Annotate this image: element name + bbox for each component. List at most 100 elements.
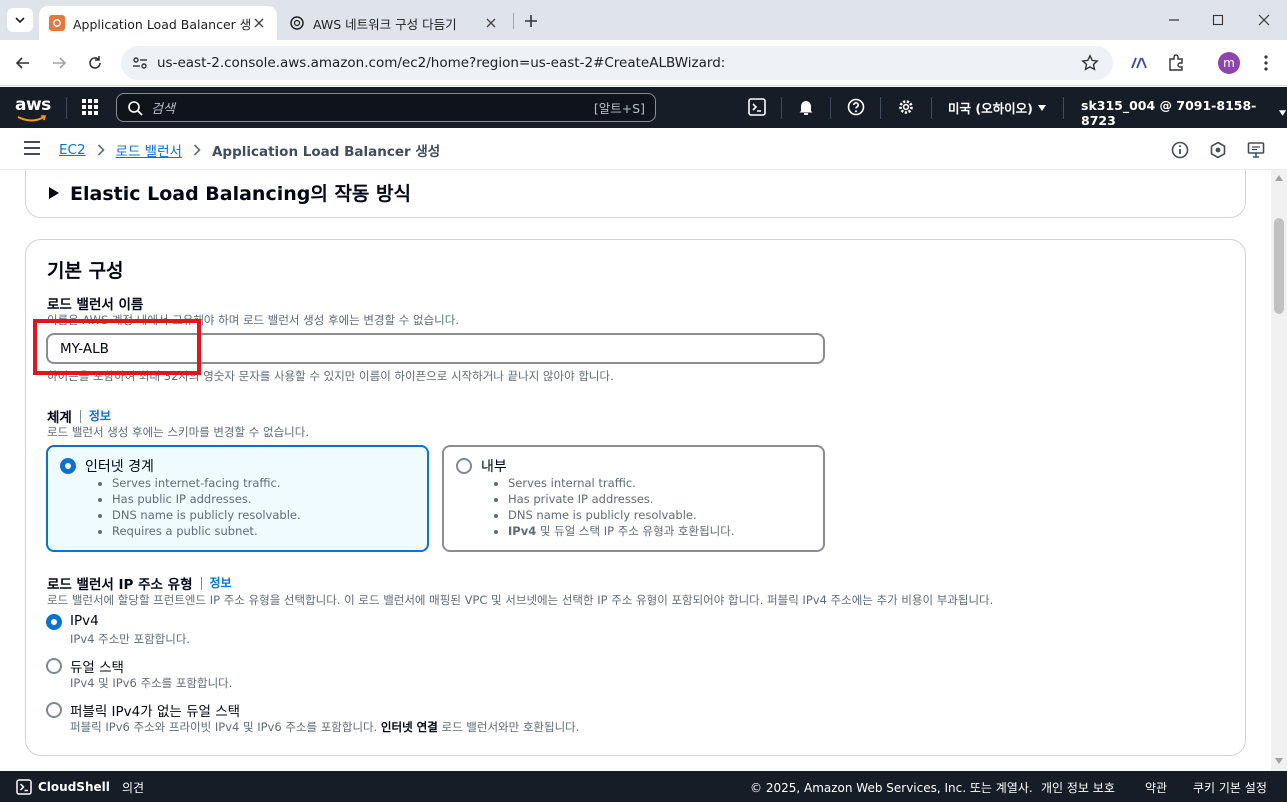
breadcrumb-ec2[interactable]: EC2 [59, 142, 86, 158]
tab-search-dropdown[interactable] [7, 8, 33, 32]
caret-down-icon [1278, 110, 1287, 116]
chevron-right-icon [97, 144, 105, 156]
scheme-option-internet-facing[interactable]: 인터넷 경계 Serves internet-facing traffic. H… [46, 445, 429, 552]
list-item: Has private IP addresses. [508, 491, 735, 507]
scheme-description: 로드 밸런서 생성 후에는 스키마를 변경할 수 없습니다. [47, 425, 310, 439]
ip-type-info-link[interactable]: 정보 [200, 576, 232, 590]
cookie-preferences-link[interactable]: 쿠키 기본 설정 [1193, 779, 1267, 796]
close-icon [1258, 14, 1270, 26]
info-circle-icon[interactable] [1170, 140, 1190, 160]
aws-logo-text: aws [15, 95, 51, 115]
account-menu[interactable]: sk315_004 @ 7091-8158-8723 [1081, 98, 1287, 128]
maximize-button[interactable] [1208, 10, 1228, 30]
services-grid-icon[interactable] [81, 98, 99, 116]
page-scrollbar[interactable] [1271, 170, 1287, 771]
address-bar[interactable]: us-east-2.console.aws.amazon.com/ec2/hom… [121, 46, 1113, 80]
tab-title: Application Load Balancer 생성 [73, 16, 251, 32]
tab-title: AWS 네트워크 구성 다듬기 [313, 16, 457, 32]
nav-divider [880, 97, 881, 119]
basic-config-title: 기본 구성 [47, 260, 124, 282]
address-toolbar: us-east-2.console.aws.amazon.com/ec2/hom… [0, 40, 1287, 86]
ip-type-option-label: IPv4 [70, 613, 99, 629]
new-tab-button[interactable] [520, 10, 542, 32]
feedback-link[interactable]: 의견 [122, 779, 144, 796]
list-item: DNS name is publicly resolvable. [112, 507, 301, 523]
scheme-option-internal[interactable]: 내부 Serves internal traffic. Has private … [442, 445, 825, 552]
back-button[interactable] [11, 51, 35, 75]
close-tab-icon[interactable] [251, 15, 267, 31]
scheme-option-bullets: Serves internal traffic. Has private IP … [508, 475, 735, 539]
scheme-info-link[interactable]: 정보 [79, 409, 111, 423]
radio-unselected[interactable] [456, 458, 472, 474]
scroll-down-icon[interactable] [1275, 758, 1283, 764]
search-icon [127, 100, 143, 116]
scrollbar-thumb[interactable] [1274, 218, 1284, 314]
caret-right-icon [49, 186, 59, 199]
radio-selected[interactable] [60, 458, 76, 474]
how-it-works-expander[interactable]: Elastic Load Balancing의 작동 방식 [48, 179, 411, 206]
scheme-option-label: 내부 [481, 459, 507, 475]
main-content: Elastic Load Balancing의 작동 방식 기본 구성 로드 밸… [0, 170, 1271, 771]
breadcrumb-bar: EC2 로드 밸런서 Application Load Balancer 생성 [0, 128, 1287, 170]
profile-avatar[interactable]: m [1218, 52, 1240, 74]
ip-type-radio-dualstack[interactable] [46, 658, 62, 674]
breadcrumb-load-balancers[interactable]: 로드 밸런서 [116, 140, 182, 160]
ip-type-label-text: 로드 밸런서 IP 주소 유형 [47, 577, 193, 593]
arrow-left-icon [15, 57, 29, 69]
basic-config-panel: 기본 구성 로드 밸런서 이름 이름은 AWS 계정 내에서 고유해야 하며 로… [25, 239, 1246, 756]
ip-type-option-desc: 퍼블릭 IPv6 주소와 프라이빗 IPv4 및 IPv6 주소를 포함합니다.… [70, 719, 579, 735]
list-item: Serves internal traffic. [508, 475, 735, 491]
notifications-bell-icon[interactable] [796, 97, 816, 117]
cloudshell-button[interactable]: CloudShell [16, 779, 110, 795]
terms-link[interactable]: 약관 [1145, 779, 1167, 796]
privacy-link[interactable]: 개인 정보 보호 [1041, 779, 1115, 796]
tab-aws-network[interactable]: AWS 네트워크 구성 다듬기 [279, 6, 509, 40]
menu-kebab-icon[interactable] [1254, 51, 1278, 75]
chatgpt-favicon-icon [289, 15, 305, 31]
cloudshell-icon[interactable] [747, 97, 767, 117]
forward-button[interactable] [47, 51, 71, 75]
bullet-text: 및 듀얼 스택 IP 주소 유형과 호환됩니다. [536, 524, 735, 538]
maximize-icon [1212, 14, 1224, 26]
minimize-icon [1169, 19, 1179, 21]
ip-type-option-label: 듀얼 스택 [70, 660, 124, 676]
arrow-right-icon [53, 57, 67, 69]
scroll-up-icon[interactable] [1275, 175, 1283, 181]
bookmark-star-icon[interactable] [1081, 54, 1099, 72]
scheme-label: 체계 정보 [47, 406, 111, 426]
nav-divider [66, 97, 67, 119]
desc-text: 퍼블릭 IPv6 주소와 프라이빗 IPv4 및 IPv6 주소를 포함합니다. [70, 720, 381, 734]
tab-divider [513, 13, 514, 29]
how-it-works-title: Elastic Load Balancing의 작동 방식 [70, 183, 411, 205]
reload-button[interactable] [83, 51, 107, 75]
search-input[interactable]: 검색 [알트+S] [116, 93, 656, 122]
nav-divider [931, 97, 932, 119]
how-it-works-panel: Elastic Load Balancing의 작동 방식 [25, 170, 1246, 218]
tab-create-alb[interactable]: Application Load Balancer 생성 [39, 6, 277, 40]
extension-icon[interactable] [1127, 51, 1151, 75]
bold-text: IPv4 [508, 524, 537, 538]
hamburger-menu-icon[interactable] [23, 140, 41, 156]
annotation-highlight-box [33, 319, 201, 375]
puzzle-extensions-icon[interactable] [1164, 51, 1188, 75]
minimize-button[interactable] [1164, 10, 1184, 30]
settings-gear-icon[interactable] [896, 97, 916, 117]
bold-text: 인터넷 연결 [380, 720, 438, 734]
site-info-icon[interactable] [131, 54, 149, 72]
feedback-screen-icon[interactable] [1246, 140, 1266, 160]
breadcrumb: EC2 로드 밸런서 Application Load Balancer 생성 [59, 140, 440, 160]
url-text: us-east-2.console.aws.amazon.com/ec2/hom… [157, 55, 726, 71]
region-selector[interactable]: 미국 (오하이오) [948, 98, 1047, 117]
aws-logo[interactable]: aws [15, 95, 51, 122]
security-hexagon-icon[interactable] [1208, 140, 1228, 160]
ip-type-radio-ipv4[interactable] [46, 614, 62, 630]
ip-type-option-desc: IPv4 주소만 포함합니다. [70, 632, 191, 646]
desc-text: 로드 밸런서와만 호환됩니다. [437, 720, 580, 734]
ip-type-description: 로드 밸런서에 할당할 프런트엔드 IP 주소 유형을 선택합니다. 이 로드 … [47, 593, 994, 607]
search-shortcut: [알트+S] [593, 101, 645, 116]
help-icon[interactable] [846, 97, 866, 117]
close-window-button[interactable] [1254, 10, 1274, 30]
ip-type-label: 로드 밸런서 IP 주소 유형 정보 [47, 573, 232, 593]
close-tab-icon[interactable] [483, 15, 499, 31]
ip-type-radio-dualstack-no-ipv4[interactable] [46, 702, 62, 718]
